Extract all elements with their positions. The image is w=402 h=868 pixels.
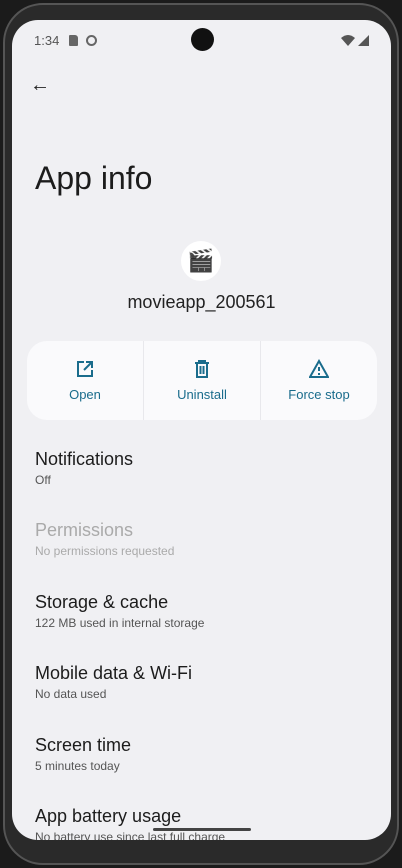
item-label: Screen time xyxy=(35,735,132,755)
item-sub: No battery use since last full charge xyxy=(35,830,226,840)
battery-item[interactable]: App battery usage No battery use since la… xyxy=(35,806,225,840)
warning-icon xyxy=(309,359,329,378)
sd-card-icon xyxy=(69,34,79,46)
arrow-left-icon[interactable]: ← xyxy=(30,74,50,97)
open-button[interactable]: Open xyxy=(27,341,144,420)
item-label: App battery usage xyxy=(35,806,182,826)
force-stop-button[interactable]: Force stop xyxy=(261,341,377,420)
screen: 1:34 ← App info 🎬 movieapp_200561 Open U… xyxy=(12,20,391,840)
screen-time-item[interactable]: Screen time 5 minutes today xyxy=(35,735,131,773)
item-label: Mobile data & Wi-Fi xyxy=(35,663,193,683)
clapperboard-icon: 🎬 xyxy=(181,241,221,281)
force-stop-label: Force stop xyxy=(288,387,350,402)
item-sub: 122 MB used in internal storage xyxy=(35,616,205,630)
item-label: Notifications xyxy=(35,449,134,469)
item-label: Permissions xyxy=(35,520,134,540)
notifications-item[interactable]: Notifications Off xyxy=(35,449,133,487)
open-label: Open xyxy=(69,387,101,402)
trash-icon xyxy=(195,360,209,378)
item-sub: Off xyxy=(35,473,51,487)
signal-icon xyxy=(358,34,369,46)
uninstall-label: Uninstall xyxy=(177,387,227,402)
item-sub: No permissions requested xyxy=(35,544,175,558)
status-time: 1:34 xyxy=(34,32,60,48)
page-title: App info xyxy=(35,160,153,196)
app-name: movieapp_200561 xyxy=(127,292,276,312)
item-sub: No data used xyxy=(35,687,107,701)
item-sub: 5 minutes today xyxy=(35,759,120,773)
camera-cutout xyxy=(191,28,214,51)
wifi-icon xyxy=(341,34,355,46)
item-label: Storage & cache xyxy=(35,592,169,612)
face-icon xyxy=(86,34,98,46)
uninstall-button[interactable]: Uninstall xyxy=(144,341,261,420)
storage-item[interactable]: Storage & cache 122 MB used in internal s… xyxy=(35,592,204,630)
mobile-data-item[interactable]: Mobile data & Wi-Fi No data used xyxy=(35,663,192,701)
action-bar: Open Uninstall Force stop xyxy=(27,341,377,420)
gesture-handle[interactable] xyxy=(153,828,251,831)
permissions-item: Permissions No permissions requested xyxy=(35,520,174,558)
open-external-icon xyxy=(77,361,93,377)
